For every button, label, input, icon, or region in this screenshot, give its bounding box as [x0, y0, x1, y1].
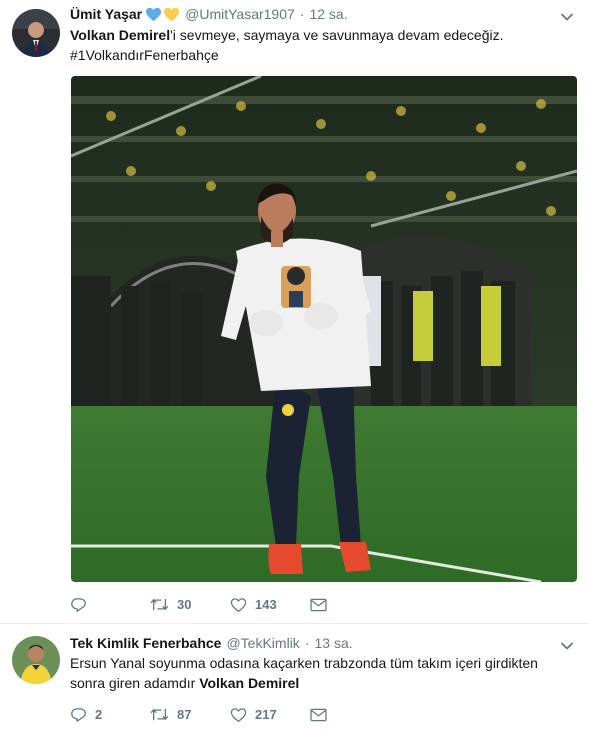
tweet-body: 'i sevmeye, saymaya ve savunmaya devam e… [170, 27, 504, 43]
separator: · [304, 635, 310, 651]
reply-button[interactable]: 2 [70, 706, 150, 723]
yellow-heart-icon [164, 7, 180, 21]
retweet-button[interactable]: 30 [150, 596, 230, 613]
tweet-1[interactable]: Ümit Yaşar @UmitYasar1907 · 12 sa. Volka… [0, 0, 589, 624]
envelope-icon [310, 708, 327, 721]
avatar-photo [12, 9, 60, 57]
avatar-umit-yasar[interactable] [12, 9, 60, 57]
direct-message-button[interactable] [310, 708, 327, 722]
author-handle[interactable]: @TekKimlik [226, 635, 299, 651]
tweet-1-actions: 30 143 [70, 596, 327, 613]
heart-icon [230, 597, 247, 612]
reply-icon [71, 708, 86, 722]
separator: · [299, 6, 305, 22]
tweet-photo[interactable] [71, 76, 577, 582]
hashtag-link[interactable]: #1VolkandırFenerbahçe [70, 47, 219, 63]
like-count: 217 [255, 707, 277, 722]
tweet-2-actions: 2 87 217 [70, 706, 327, 723]
avatar-tek-kimlik[interactable] [12, 636, 60, 684]
like-button[interactable]: 143 [230, 597, 310, 613]
like-count: 143 [255, 597, 277, 612]
reply-count: 2 [95, 707, 103, 722]
author-emoji [145, 7, 180, 22]
mention-bold: Volkan Demirel [199, 675, 300, 691]
tweet-timestamp[interactable]: 13 sa. [314, 635, 352, 651]
envelope-icon [310, 598, 327, 611]
author-handle[interactable]: @UmitYasar1907 [185, 6, 295, 22]
retweet-count: 87 [177, 707, 192, 722]
retweet-count: 30 [177, 597, 192, 612]
avatar-photo [12, 636, 60, 684]
tweet-1-text: Volkan Demirel'i sevmeye, saymaya ve sav… [70, 25, 575, 65]
chevron-down-icon[interactable] [559, 9, 575, 25]
chevron-down-icon[interactable] [559, 638, 575, 654]
author-name[interactable]: Ümit Yaşar [70, 6, 142, 22]
tweet-timestamp[interactable]: 12 sa. [309, 6, 347, 22]
tweet-2-header: Tek Kimlik Fenerbahce @TekKimlik · 13 sa… [70, 635, 353, 651]
tweet-1-header: Ümit Yaşar @UmitYasar1907 · 12 sa. [70, 6, 348, 22]
heart-icon [230, 707, 247, 722]
goalkeeper-photo [71, 76, 577, 582]
retweet-icon [150, 598, 169, 611]
direct-message-button[interactable] [310, 598, 327, 612]
blue-heart-icon [146, 7, 162, 21]
retweet-button[interactable]: 87 [150, 706, 230, 723]
mention-bold: Volkan Demirel [70, 27, 171, 43]
reply-button[interactable] [70, 596, 150, 613]
reply-icon [71, 598, 86, 612]
author-name[interactable]: Tek Kimlik Fenerbahce [70, 635, 221, 651]
like-button[interactable]: 217 [230, 707, 310, 723]
tweet-2-text: Ersun Yanal soyunma odasına kaçarken tra… [70, 653, 575, 693]
tweet-body: Ersun Yanal soyunma odasına kaçarken tra… [70, 655, 538, 691]
retweet-icon [150, 708, 169, 721]
